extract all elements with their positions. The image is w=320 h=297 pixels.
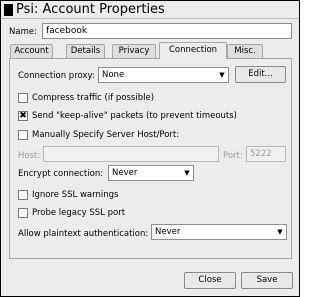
connection-proxy-value: None [102,70,125,80]
connection-proxy-label: Connection proxy: [18,71,95,81]
tab-details[interactable]: Details [66,44,105,59]
probe-legacy-ssl-checkbox[interactable] [18,208,28,218]
tab-misc[interactable]: Misc. [227,44,263,59]
save-button[interactable]: Save [241,272,293,289]
connection-panel: Connection proxy: None ▼ Edit... Compres… [9,58,292,259]
tab-account[interactable]: Account [10,44,53,59]
checkmark-icon: ✖ [19,111,27,121]
port-input[interactable]: 5222 [246,146,286,162]
ignore-ssl-label: Ignore SSL warnings [32,190,119,200]
host-label: Host: [18,151,41,161]
compress-traffic-label: Compress traffic (if possible) [32,93,155,103]
compress-traffic-checkbox[interactable] [18,93,28,103]
chevron-down-icon: ▼ [277,228,283,236]
plaintext-auth-value: Never [155,227,181,237]
name-label: Name: [9,27,37,37]
account-properties-window: Psi: Account Properties Name: facebook A… [0,0,300,297]
keep-alive-label: Send "keep-alive" packets (to prevent ti… [32,111,237,121]
keep-alive-checkbox[interactable]: ✖ [18,111,28,121]
ignore-ssl-checkbox[interactable] [18,190,28,200]
title-bar[interactable]: Psi: Account Properties [1,1,299,19]
close-button[interactable]: Close [184,272,236,289]
port-label: Port: [223,151,243,161]
host-input[interactable] [43,146,219,162]
manual-host-checkbox[interactable] [18,130,28,140]
plaintext-auth-select[interactable]: Never ▼ [151,224,287,240]
manual-host-label: Manually Specify Server Host/Port: [32,130,180,140]
chevron-down-icon: ▼ [219,71,225,79]
name-input[interactable]: facebook [42,23,292,39]
window-title: Psi: Account Properties [16,2,165,17]
connection-proxy-select[interactable]: None ▼ [98,67,229,83]
encrypt-connection-label: Encrypt connection: [18,169,104,179]
edit-proxy-button[interactable]: Edit... [235,66,286,83]
chevron-down-icon: ▼ [184,169,190,177]
probe-legacy-ssl-label: Probe legacy SSL port [32,208,126,218]
encrypt-connection-value: Never [112,168,138,178]
app-icon [4,4,13,16]
tab-privacy[interactable]: Privacy [112,44,156,59]
plaintext-auth-label: Allow plaintext authentication: [18,229,149,239]
tab-connection[interactable]: Connection [159,42,227,59]
encrypt-connection-select[interactable]: Never ▼ [108,165,194,181]
